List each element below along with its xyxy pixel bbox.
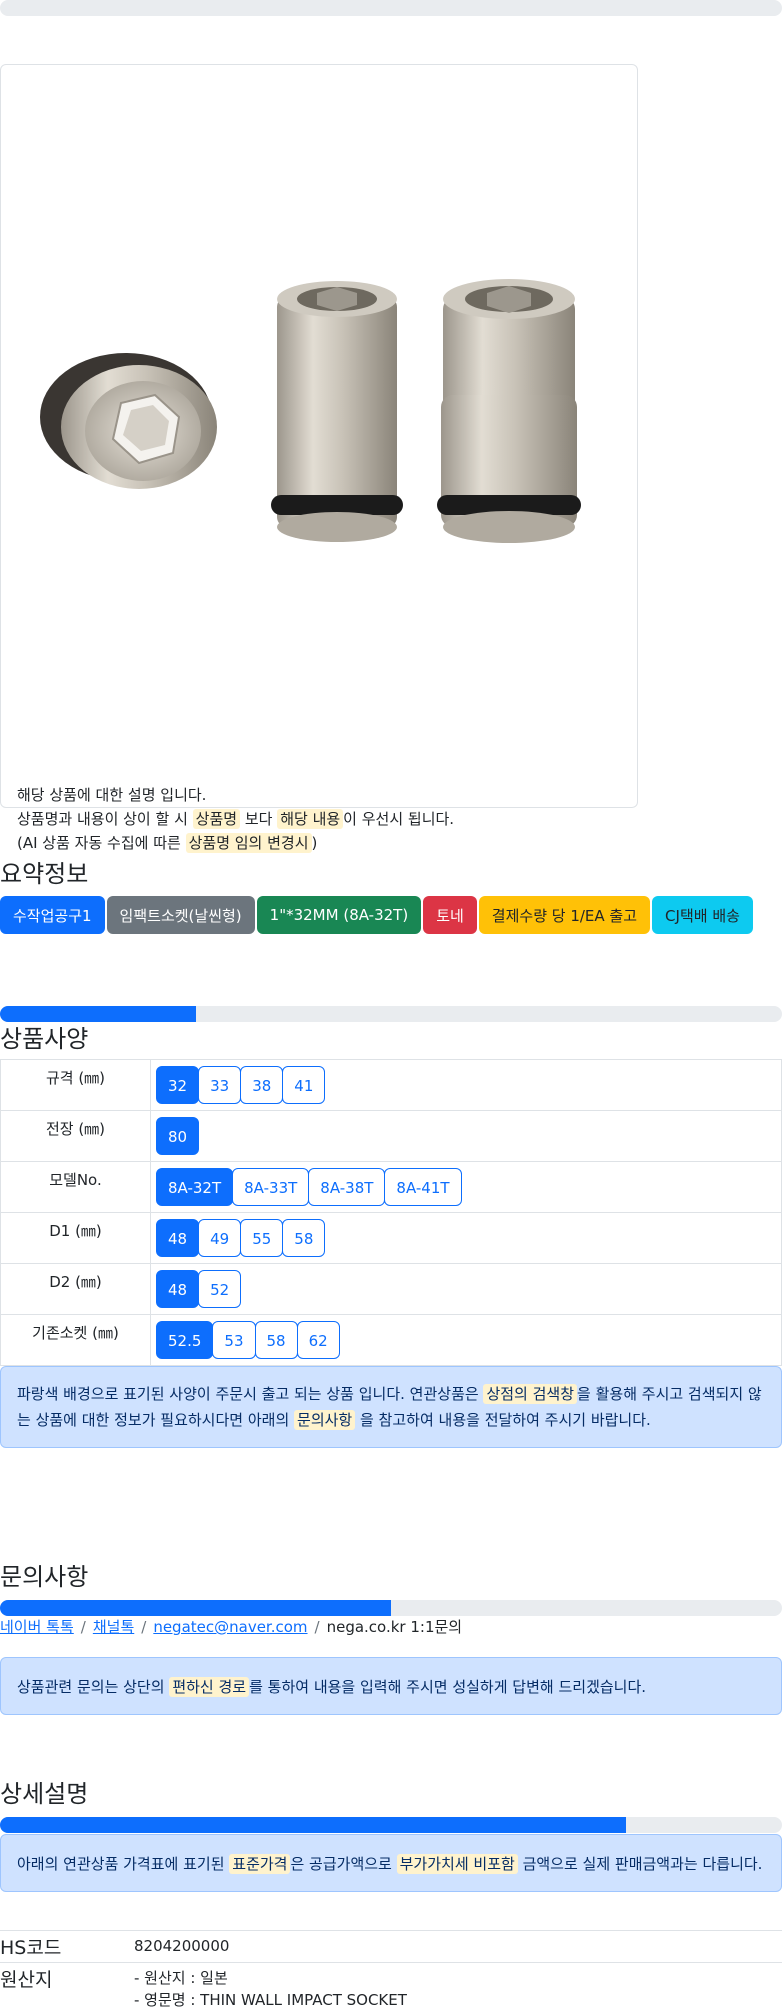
spec-option[interactable]: 8A-41T (384, 1168, 462, 1206)
spec-row-label: 규격 (㎜) (0, 1059, 151, 1111)
spec-option-selected[interactable]: 48 (156, 1219, 200, 1257)
spec-row-values: 8A-32T 8A-33T 8A-38T 8A-41T (150, 1161, 782, 1213)
origin-line-2: - 영문명 : THIN WALL IMPACT SOCKET (134, 1991, 407, 2009)
spec-option-selected[interactable]: 32 (156, 1066, 200, 1104)
spec-row-label: 전장 (㎜) (0, 1110, 151, 1162)
spec-option[interactable]: 62 (296, 1321, 340, 1359)
spec-option[interactable]: 58 (254, 1321, 298, 1359)
spec-row: 모델No. 8A-32T 8A-33T 8A-38T 8A-41T (0, 1161, 782, 1213)
spec-option[interactable]: 53 (212, 1321, 256, 1359)
top-progress-bar (0, 0, 782, 16)
detail-progress-bar (0, 1817, 782, 1833)
inquiry-progress-fill (0, 1600, 391, 1616)
hs-code-row: HS코드 8204200000 (0, 1930, 782, 1963)
origin-label: 원산지 (0, 1969, 53, 1991)
desc-line-1: 해당 상품에 대한 설명 입니다. (17, 786, 207, 804)
spec-notice: 파랑색 배경으로 표기된 사양이 주문시 출고 되는 상품 입니다. 연관상품은… (0, 1366, 782, 1448)
detail-progress-fill (0, 1817, 626, 1833)
spec-option[interactable]: 8A-33T (232, 1168, 310, 1206)
spec-option[interactable]: 58 (282, 1219, 326, 1257)
email-link[interactable]: negatec@naver.com (153, 1618, 307, 1636)
socket-right (437, 279, 581, 543)
desc-line-2: 상품명과 내용이 상이 할 시 상품명 보다 해당 내용 이 우선시 됩니다. (17, 809, 455, 829)
inquiry-site-text: nega.co.kr 1:1문의 (326, 1618, 463, 1636)
spec-row-values: 32 33 38 41 (150, 1059, 782, 1111)
detail-title: 상세설명 (0, 1780, 89, 1808)
origin-line-1: - 원산지 : 일본 (134, 1969, 228, 1987)
channel-talk-link[interactable]: 채널톡 (93, 1618, 134, 1636)
product-image-card: 해당 상품에 대한 설명 입니다. 상품명과 내용이 상이 할 시 상품명 보다… (0, 64, 638, 853)
spec-row-values: 48 49 55 58 (150, 1212, 782, 1264)
hs-code-label: HS코드 (0, 1937, 62, 1959)
naver-talk-link[interactable]: 네이버 톡톡 (0, 1618, 74, 1636)
product-description: 해당 상품에 대한 설명 입니다. 상품명과 내용이 상이 할 시 상품명 보다… (17, 783, 454, 855)
spec-option[interactable]: 33 (198, 1066, 242, 1104)
summary-title: 요약정보 (0, 860, 89, 888)
spec-row-label: D2 (㎜) (0, 1263, 151, 1315)
spec-row: 기존소켓 (㎜) 52.5 53 58 62 (0, 1314, 782, 1366)
spec-table: 규격 (㎜) 32 33 38 41 전장 (㎜) 80 모델No. 8A-32T 8A-33T 8… (0, 1059, 782, 1366)
inquiry-title: 문의사항 (0, 1563, 89, 1591)
detail-notice: 아래의 연관상품 가격표에 표기된 표준가격 은 공급가액으로 부가가치세 비포함… (0, 1834, 782, 1892)
origin-row: 원산지 - 원산지 : 일본 - 영문명 : THIN WALL IMPACT … (0, 1962, 782, 2013)
summary-badges: 수작업공구1 임팩트소켓(날씬형) 1"*32MM (8A-32T) 토네 결제수량 당… (0, 896, 753, 934)
summary-badge: 임팩트소켓(날씬형) (106, 896, 255, 934)
inquiry-links: 네이버 톡톡 / 채널톡 / negatec@naver.com / nega.co.kr … (0, 1618, 463, 1636)
spec-row: D2 (㎜) 48 52 (0, 1263, 782, 1315)
spec-progress-bar (0, 1006, 782, 1022)
socket-middle (271, 281, 403, 542)
spec-option-selected[interactable]: 48 (156, 1270, 200, 1308)
summary-badge: 수작업공구1 (0, 896, 105, 934)
spec-row-label: D1 (㎜) (0, 1212, 151, 1264)
summary-badge: 토네 (423, 896, 477, 934)
spec-row: 규격 (㎜) 32 33 38 41 (0, 1059, 782, 1111)
spec-option[interactable]: 41 (282, 1066, 326, 1104)
spec-row-values: 80 (150, 1110, 782, 1162)
hs-code-value: 8204200000 (134, 1937, 230, 1955)
spec-row: 전장 (㎜) 80 (0, 1110, 782, 1162)
origin-values: - 원산지 : 일본 - 영문명 : THIN WALL IMPACT SOCK… (134, 1967, 407, 2011)
desc-line-3: (AI 상품 자동 수집에 따른 상품명 임의 변경시) (17, 833, 318, 853)
spec-option[interactable]: 52 (198, 1270, 242, 1308)
spec-row-values: 48 52 (150, 1263, 782, 1315)
spec-row: D1 (㎜) 48 49 55 58 (0, 1212, 782, 1264)
spec-option-selected[interactable]: 52.5 (156, 1321, 214, 1359)
product-photo (40, 279, 581, 543)
spec-option[interactable]: 55 (240, 1219, 284, 1257)
spec-title: 상품사양 (0, 1025, 89, 1053)
inquiry-notice: 상품관련 문의는 상단의 편하신 경로 를 통하여 내용을 입력해 주시면 성실하… (0, 1657, 782, 1715)
spec-row-values: 52.5 53 58 62 (150, 1314, 782, 1366)
spec-option[interactable]: 8A-38T (308, 1168, 386, 1206)
spec-option[interactable]: 38 (240, 1066, 284, 1104)
socket-left (40, 353, 217, 489)
summary-badge: 결제수량 당 1/EA 출고 (478, 896, 651, 934)
spec-option[interactable]: 49 (198, 1219, 242, 1257)
spec-option-selected[interactable]: 8A-32T (156, 1168, 234, 1206)
spec-row-label: 기존소켓 (㎜) (0, 1314, 151, 1366)
inquiry-progress-bar (0, 1600, 782, 1616)
spec-option-selected[interactable]: 80 (156, 1117, 200, 1155)
summary-badge: CJ택배 배송 (652, 896, 753, 934)
summary-badge: 1"*32MM (8A-32T) (256, 896, 422, 934)
spec-row-label: 모델No. (0, 1161, 151, 1213)
